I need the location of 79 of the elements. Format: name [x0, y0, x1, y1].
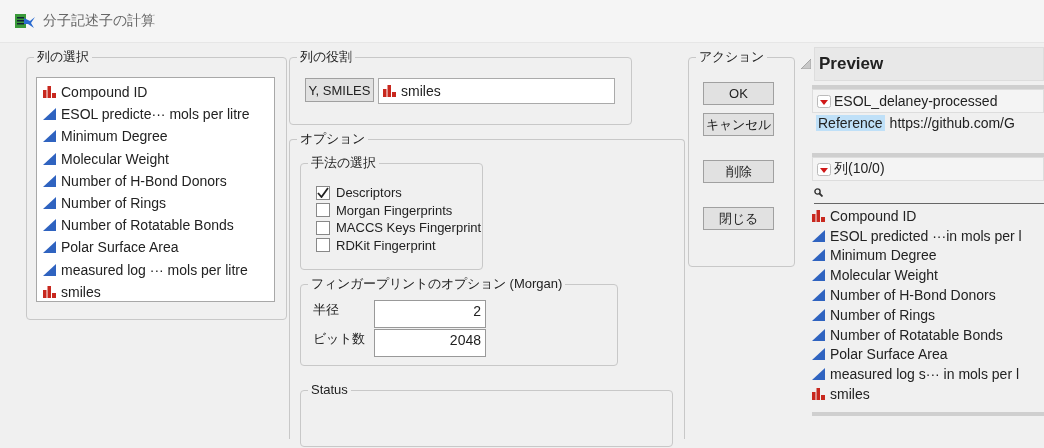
input-field[interactable]: 2 [374, 299, 486, 328]
column-item[interactable]: Number of Rotatable Bonds [812, 324, 1044, 345]
triangle-icon [812, 368, 825, 381]
action-button[interactable]: OK [703, 82, 774, 105]
triangle-icon [43, 241, 56, 254]
triangle-icon [812, 289, 825, 302]
preview-title: Preview [814, 47, 1044, 81]
triangle-icon [812, 229, 825, 242]
triangle-icon [43, 197, 56, 210]
checkbox-label: MACCS Keys Fingerprint [336, 220, 482, 236]
column-item[interactable]: smiles [43, 280, 268, 303]
triangle-icon [812, 328, 825, 341]
field-label: ビット数 [313, 330, 366, 348]
checkbox[interactable] [316, 203, 330, 218]
check-icon [317, 187, 329, 199]
checkbox[interactable] [316, 185, 330, 200]
triangle-icon [812, 249, 825, 262]
group-title: 手法の選択 [308, 155, 379, 171]
triangle-icon [43, 219, 56, 232]
bar-chart-icon [43, 285, 56, 298]
window-title: 分子記述子の計算 [43, 12, 155, 30]
column-item[interactable]: ESOL predicte··· mols per litre [43, 103, 268, 126]
checkbox-label: RDKit Fingerprint [336, 237, 436, 253]
column-item[interactable]: Number of Rings [43, 191, 268, 215]
checkbox-label: Morgan Fingerprints [336, 202, 453, 218]
column-item[interactable]: Molecular Weight [43, 147, 268, 170]
column-item[interactable]: Number of Rings [812, 305, 1044, 325]
column-item[interactable]: measured log ··· mols per litre [43, 258, 268, 281]
input-field[interactable]: 2048 [374, 328, 486, 357]
bar-chart-icon [812, 209, 825, 222]
role-list[interactable]: smiles [378, 78, 615, 104]
reference-value: https://github.com/G [889, 115, 1015, 131]
checkbox[interactable] [316, 238, 330, 253]
column-item[interactable]: Number of H-Bond Donors [43, 169, 268, 192]
outline-header[interactable]: ESOL_delaney-processed [812, 89, 1044, 113]
column-item[interactable]: ESOL predicted ···in mols per l [812, 225, 1044, 246]
search-icon [814, 187, 823, 197]
column-item[interactable]: Polar Surface Area [812, 344, 1044, 365]
triangle-icon [43, 130, 56, 143]
group-title: 列の役割 [297, 49, 355, 65]
checkbox-label: Descriptors [336, 185, 402, 201]
dropdown-icon [817, 162, 831, 176]
dropdown-icon [817, 94, 831, 108]
triangle-icon [812, 348, 825, 361]
column-item[interactable]: Compound ID [812, 206, 1044, 226]
column-item[interactable]: Minimum Degree [812, 245, 1044, 266]
triangle-icon [43, 108, 56, 121]
triangle-icon [812, 308, 825, 321]
action-button[interactable]: 閉じる [703, 207, 774, 230]
column-item[interactable]: Polar Surface Area [43, 236, 268, 259]
bar-chart-icon [43, 86, 56, 99]
field-label: 半径 [313, 301, 340, 319]
outline-header[interactable]: 列(10/0) [812, 157, 1044, 181]
group-title: フィンガープリントのオプション (Morgan) [308, 276, 566, 292]
triangle-icon [43, 152, 56, 165]
action-button[interactable]: キャンセル [703, 113, 774, 136]
group-title: アクション [696, 49, 767, 65]
group-title: オプション [297, 131, 368, 147]
column-item[interactable]: Number of Rotatable Bonds [43, 214, 268, 237]
column-item[interactable]: Number of H-Bond Donors [812, 285, 1044, 305]
column-item[interactable]: measured log s··· in mols per l [812, 364, 1044, 385]
column-list[interactable]: Compound ID ESOL predicte··· mols per litre Minimum Degree Molecular Weight Number of H-Bond Donors Number of Rings Number of Rotatable Bonds Polar Surface Area measured log ··· mols per litre smiles [36, 77, 275, 302]
bar-chart-icon [812, 388, 825, 401]
checkbox[interactable] [316, 220, 330, 235]
triangle-icon [43, 174, 56, 187]
action-button[interactable]: 削除 [703, 160, 774, 183]
disclosure-icon [801, 59, 811, 69]
bar-chart-icon [383, 85, 396, 97]
app-icon [15, 14, 35, 28]
group-title: 列の選択 [34, 49, 92, 65]
column-item[interactable]: Compound ID [43, 81, 268, 104]
triangle-icon [812, 269, 825, 282]
role-button[interactable]: Y, SMILES [305, 78, 374, 102]
column-item[interactable]: smiles [812, 384, 1044, 404]
reference-label: Reference [816, 115, 885, 131]
column-item[interactable]: Minimum Degree [43, 125, 268, 148]
column-item[interactable]: smiles [383, 79, 441, 103]
column-item[interactable]: Molecular Weight [812, 265, 1044, 286]
triangle-icon [43, 263, 56, 276]
